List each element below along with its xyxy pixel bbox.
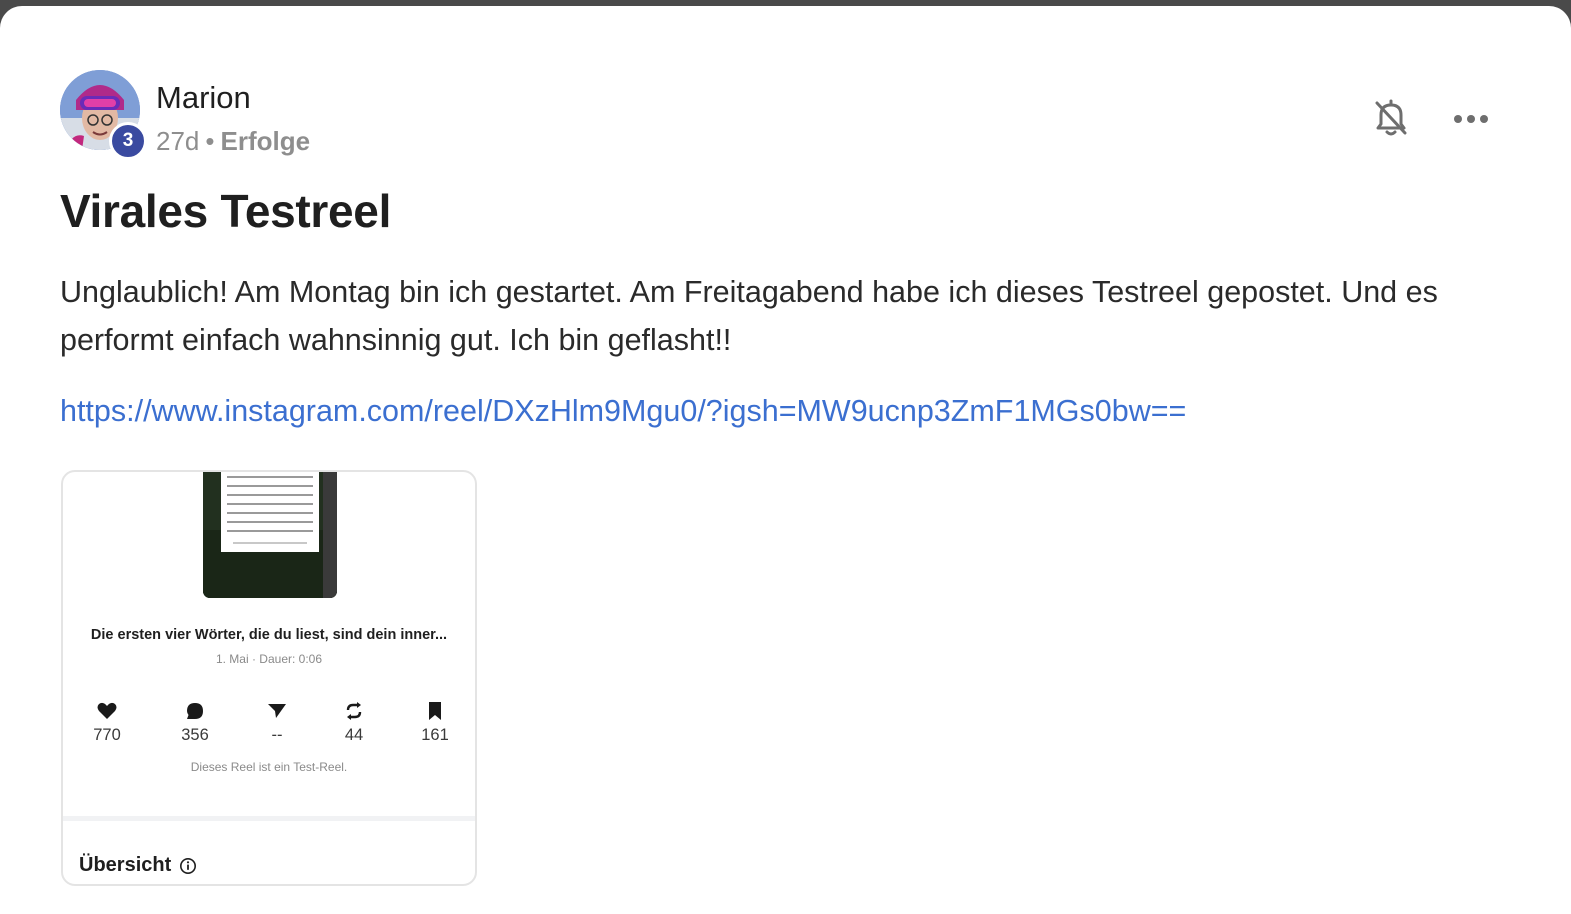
post-card: 3 Marion 27d • Erfolge Virales Testreel Un…	[0, 6, 1571, 914]
post-meta: 27d • Erfolge	[156, 126, 310, 157]
comments-count: 356	[181, 726, 209, 744]
overview-label: Übersicht	[79, 854, 172, 876]
reel-note: Dieses Reel ist ein Test-Reel.	[190, 760, 348, 774]
author-name[interactable]: Marion	[156, 80, 251, 116]
likes-count: 770	[93, 726, 121, 744]
link-preview-card[interactable]: Die ersten vier Wörter, die du liest, si…	[61, 470, 477, 886]
post-link[interactable]: https://www.instagram.com/reel/DXzHlm9Mg…	[60, 394, 1186, 429]
bell-off-icon[interactable]	[1368, 94, 1414, 140]
stat-likes: 770	[77, 700, 137, 745]
level-badge: 3	[109, 122, 147, 160]
send-icon	[247, 700, 307, 722]
meta-separator: •	[205, 126, 215, 156]
reel-thumbnail	[203, 472, 337, 598]
overview-section[interactable]: Übersicht	[79, 854, 197, 877]
reel-meta: 1. Mai · Dauer: 0:06	[215, 652, 323, 666]
post-age: 27d	[156, 126, 200, 156]
info-icon[interactable]	[179, 857, 197, 875]
bookmark-icon	[405, 700, 465, 722]
more-options-icon[interactable]	[1446, 96, 1496, 142]
heart-icon	[77, 700, 137, 722]
shares-count: --	[271, 726, 283, 744]
post-category[interactable]: Erfolge	[221, 126, 311, 156]
post-body: Unglaublich! Am Montag bin ich gestartet…	[60, 275, 1438, 357]
post-header: 3 Marion 27d • Erfolge	[60, 70, 1520, 162]
stat-shares: --	[247, 700, 307, 745]
post-title: Virales Testreel	[60, 185, 392, 237]
stat-saves: 161	[405, 700, 465, 745]
saves-count: 161	[421, 726, 449, 744]
stat-reposts: 44	[324, 700, 384, 745]
divider	[63, 816, 475, 821]
reposts-count: 44	[344, 726, 364, 744]
stat-comments: 356	[165, 700, 225, 745]
reel-caption: Die ersten vier Wörter, die du liest, si…	[90, 627, 448, 643]
repost-icon	[324, 700, 384, 722]
comment-icon	[165, 700, 225, 722]
